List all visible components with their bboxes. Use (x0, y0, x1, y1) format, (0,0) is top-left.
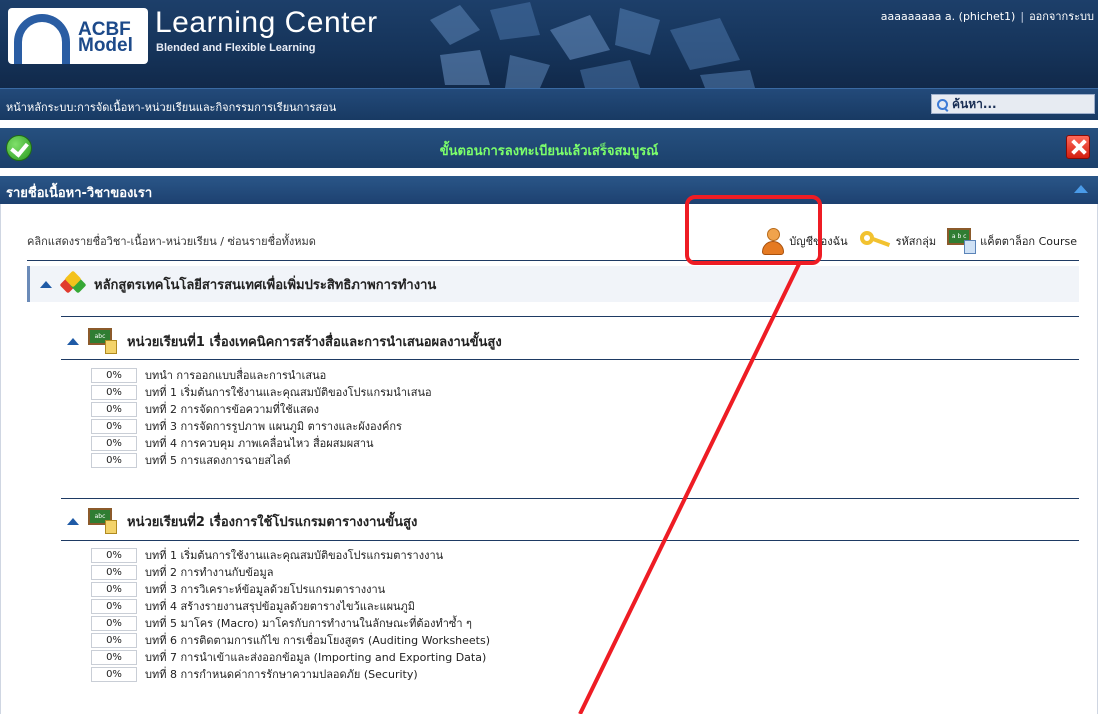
search-icon (936, 98, 949, 111)
chalkboard-icon: abc (87, 506, 119, 536)
lesson-title[interactable]: บทที่ 3 การวิเคราะห์ข้อมูลด้วยโปรแกรมตาร… (145, 580, 385, 598)
divider (61, 540, 1079, 541)
lesson-row[interactable]: 0% บทที่ 2 การทำงานกับข้อมูล (91, 564, 273, 580)
lesson-row[interactable]: 0% บทที่ 8 การกำหนดค่าการรักษาความปลอดภัย… (91, 666, 418, 682)
progress-value: 0% (91, 435, 137, 451)
course-row: หลักสูตรเทคโนโลยีสารสนเทศเพื่อเพิ่มประสิ… (40, 270, 436, 295)
unit-title[interactable]: หน่วยเรียนที่1 เรื่องเทคนิคการสร้างสื่อแ… (127, 331, 502, 352)
lesson-title[interactable]: บทนำ การออกแบบสื่อและการนำเสนอ (145, 366, 326, 384)
divider (61, 498, 1079, 499)
logout-link[interactable]: ออกจากระบบ (1029, 10, 1094, 23)
lesson-row[interactable]: 0% บทที่ 3 การวิเคราะห์ข้อมูลด้วยโปรแกรมต… (91, 581, 385, 597)
search-label: ค้นหา... (952, 96, 997, 111)
group-code-button[interactable]: รหัสกลุ่ม (858, 228, 937, 254)
lesson-title[interactable]: บทที่ 4 สร้างรายงานสรุปข้อมูลด้วยตารางไข… (145, 597, 415, 615)
group-code-label: รหัสกลุ่ม (895, 235, 937, 248)
success-banner: ขั้นตอนการลงทะเบียนแล้วเสร็จสมบูรณ์ (0, 128, 1098, 168)
chalkboard-icon: a b c (946, 226, 978, 256)
lesson-row[interactable]: 0% บทที่ 2 การจัดการข้อความที่ใช้แสดง (91, 401, 319, 417)
lesson-title[interactable]: บทที่ 5 มาโคร (Macro) มาโครกับการทำงานใน… (145, 614, 472, 632)
lesson-title[interactable]: บทที่ 1 เริ่มต้นการใช้งานและคุณสมบัติของ… (145, 546, 443, 564)
progress-value: 0% (91, 666, 137, 682)
lesson-row[interactable]: 0% บทที่ 4 สร้างรายงานสรุปข้อมูลด้วยตาราง… (91, 598, 415, 614)
lesson-row[interactable]: 0% บทที่ 1 เริ่มต้นการใช้งานและคุณสมบัติข… (91, 384, 432, 400)
lesson-title[interactable]: บทที่ 5 การแสดงการฉายสไลด์ (145, 451, 291, 469)
divider (61, 316, 1079, 317)
course-catalog-label: แค็ตตาล็อก Course (980, 235, 1077, 248)
lesson-title[interactable]: บทที่ 2 การจัดการข้อความที่ใช้แสดง (145, 400, 319, 418)
course-header[interactable]: หลักสูตรเทคโนโลยีสารสนเทศเพื่อเพิ่มประสิ… (27, 266, 1079, 302)
nav-bar: หน้าหลักระบบ:การจัดเนื้อหา-หน่วยเรียนและ… (0, 88, 1098, 120)
chalkboard-icon: abc (87, 326, 119, 356)
progress-value: 0% (91, 384, 137, 400)
lesson-row[interactable]: 0% บทที่ 6 การติดตามการแก้ไข การเชื่อมโยง… (91, 632, 490, 648)
chevron-up-icon[interactable] (40, 280, 52, 288)
progress-value: 0% (91, 401, 137, 417)
logo-arc-icon (14, 14, 70, 64)
lesson-title[interactable]: บทที่ 1 เริ่มต้นการใช้งานและคุณสมบัติของ… (145, 383, 432, 401)
unit-header[interactable]: abc หน่วยเรียนที่1 เรื่องเทคนิคการสร้างส… (67, 326, 502, 356)
show-hide-hint[interactable]: คลิกแสดงรายชื่อวิชา-เนื้อหา-หน่วยเรียน /… (27, 232, 316, 250)
lesson-title[interactable]: บทที่ 8 การกำหนดค่าการรักษาความปลอดภัย (… (145, 665, 418, 683)
lesson-row[interactable]: 0% บทที่ 7 การนำเข้าและส่งออกข้อมูล (Impo… (91, 649, 486, 665)
unit-title[interactable]: หน่วยเรียนที่2 เรื่องการใช้โปรแกรมตารางง… (127, 511, 417, 532)
lesson-title[interactable]: บทที่ 2 การทำงานกับข้อมูล (145, 563, 273, 581)
annotation-highlight-box (685, 195, 822, 265)
app-title: Learning Center (155, 6, 378, 39)
success-message: ขั้นตอนการลงทะเบียนแล้วเสร็จสมบูรณ์ (439, 144, 659, 159)
acbf-logo[interactable]: ACBF Model (8, 8, 148, 64)
course-title[interactable]: หลักสูตรเทคโนโลยีสารสนเทศเพื่อเพิ่มประสิ… (94, 274, 436, 295)
unit-header[interactable]: abc หน่วยเรียนที่2 เรื่องการใช้โปรแกรมตา… (67, 506, 417, 536)
lesson-row[interactable]: 0% บทที่ 1 เริ่มต้นการใช้งานและคุณสมบัติข… (91, 547, 443, 563)
lesson-title[interactable]: บทที่ 6 การติดตามการแก้ไข การเชื่อมโยงสู… (145, 631, 490, 649)
content-panel: คลิกแสดงรายชื่อวิชา-เนื้อหา-หน่วยเรียน /… (0, 204, 1098, 714)
section-title: รายชื่อเนื้อหา-วิชาของเรา (6, 186, 153, 201)
search-box[interactable]: ค้นหา... (931, 94, 1095, 114)
breadcrumb[interactable]: หน้าหลักระบบ:การจัดเนื้อหา-หน่วยเรียนและ… (6, 98, 336, 116)
lesson-row[interactable]: 0% บทที่ 5 การแสดงการฉายสไลด์ (91, 452, 291, 468)
divider (61, 359, 1079, 360)
user-area: aaaaaaaaa a. (phichet1) | ออกจากระบบ (881, 7, 1094, 25)
progress-value: 0% (91, 547, 137, 563)
course-catalog-button[interactable]: a b c แค็ตตาล็อก Course (946, 226, 1077, 256)
divider (27, 260, 1079, 261)
progress-value: 0% (91, 452, 137, 468)
app-subtitle: Blended and Flexible Learning (156, 42, 316, 54)
key-icon (858, 228, 894, 254)
app-header: ACBF Model Learning Center Blended and F… (0, 0, 1098, 88)
progress-value: 0% (91, 632, 137, 648)
header-mosaic-decoration (430, 2, 755, 88)
section-header: รายชื่อเนื้อหา-วิชาของเรา (0, 176, 1098, 204)
lesson-row[interactable]: 0% บทที่ 4 การควบคุม ภาพเคลื่อนไหว สื่อผส… (91, 435, 374, 451)
user-name[interactable]: aaaaaaaaa a. (phichet1) (881, 10, 1016, 23)
lesson-title[interactable]: บทที่ 3 การจัดการรูปภาพ แผนภูมิ ตารางและ… (145, 417, 402, 435)
close-icon[interactable] (1066, 135, 1090, 159)
logo-text-model: Model (78, 35, 133, 56)
lesson-title[interactable]: บทที่ 7 การนำเข้าและส่งออกข้อมูล (Import… (145, 648, 486, 666)
progress-value: 0% (91, 598, 137, 614)
lesson-row[interactable]: 0% บทนำ การออกแบบสื่อและการนำเสนอ (91, 367, 326, 383)
progress-value: 0% (91, 615, 137, 631)
collapse-icon[interactable] (1074, 185, 1088, 193)
progress-value: 0% (91, 564, 137, 580)
separator: | (1020, 10, 1025, 23)
chevron-up-icon[interactable] (67, 517, 79, 525)
cubes-icon (59, 270, 87, 295)
progress-value: 0% (91, 418, 137, 434)
progress-value: 0% (91, 581, 137, 597)
lesson-row[interactable]: 0% บทที่ 3 การจัดการรูปภาพ แผนภูมิ ตารางแ… (91, 418, 402, 434)
lesson-title[interactable]: บทที่ 4 การควบคุม ภาพเคลื่อนไหว สื่อผสมผ… (145, 434, 374, 452)
lesson-row[interactable]: 0% บทที่ 5 มาโคร (Macro) มาโครกับการทำงาน… (91, 615, 472, 631)
progress-value: 0% (91, 367, 137, 383)
chevron-up-icon[interactable] (67, 337, 79, 345)
progress-value: 0% (91, 649, 137, 665)
